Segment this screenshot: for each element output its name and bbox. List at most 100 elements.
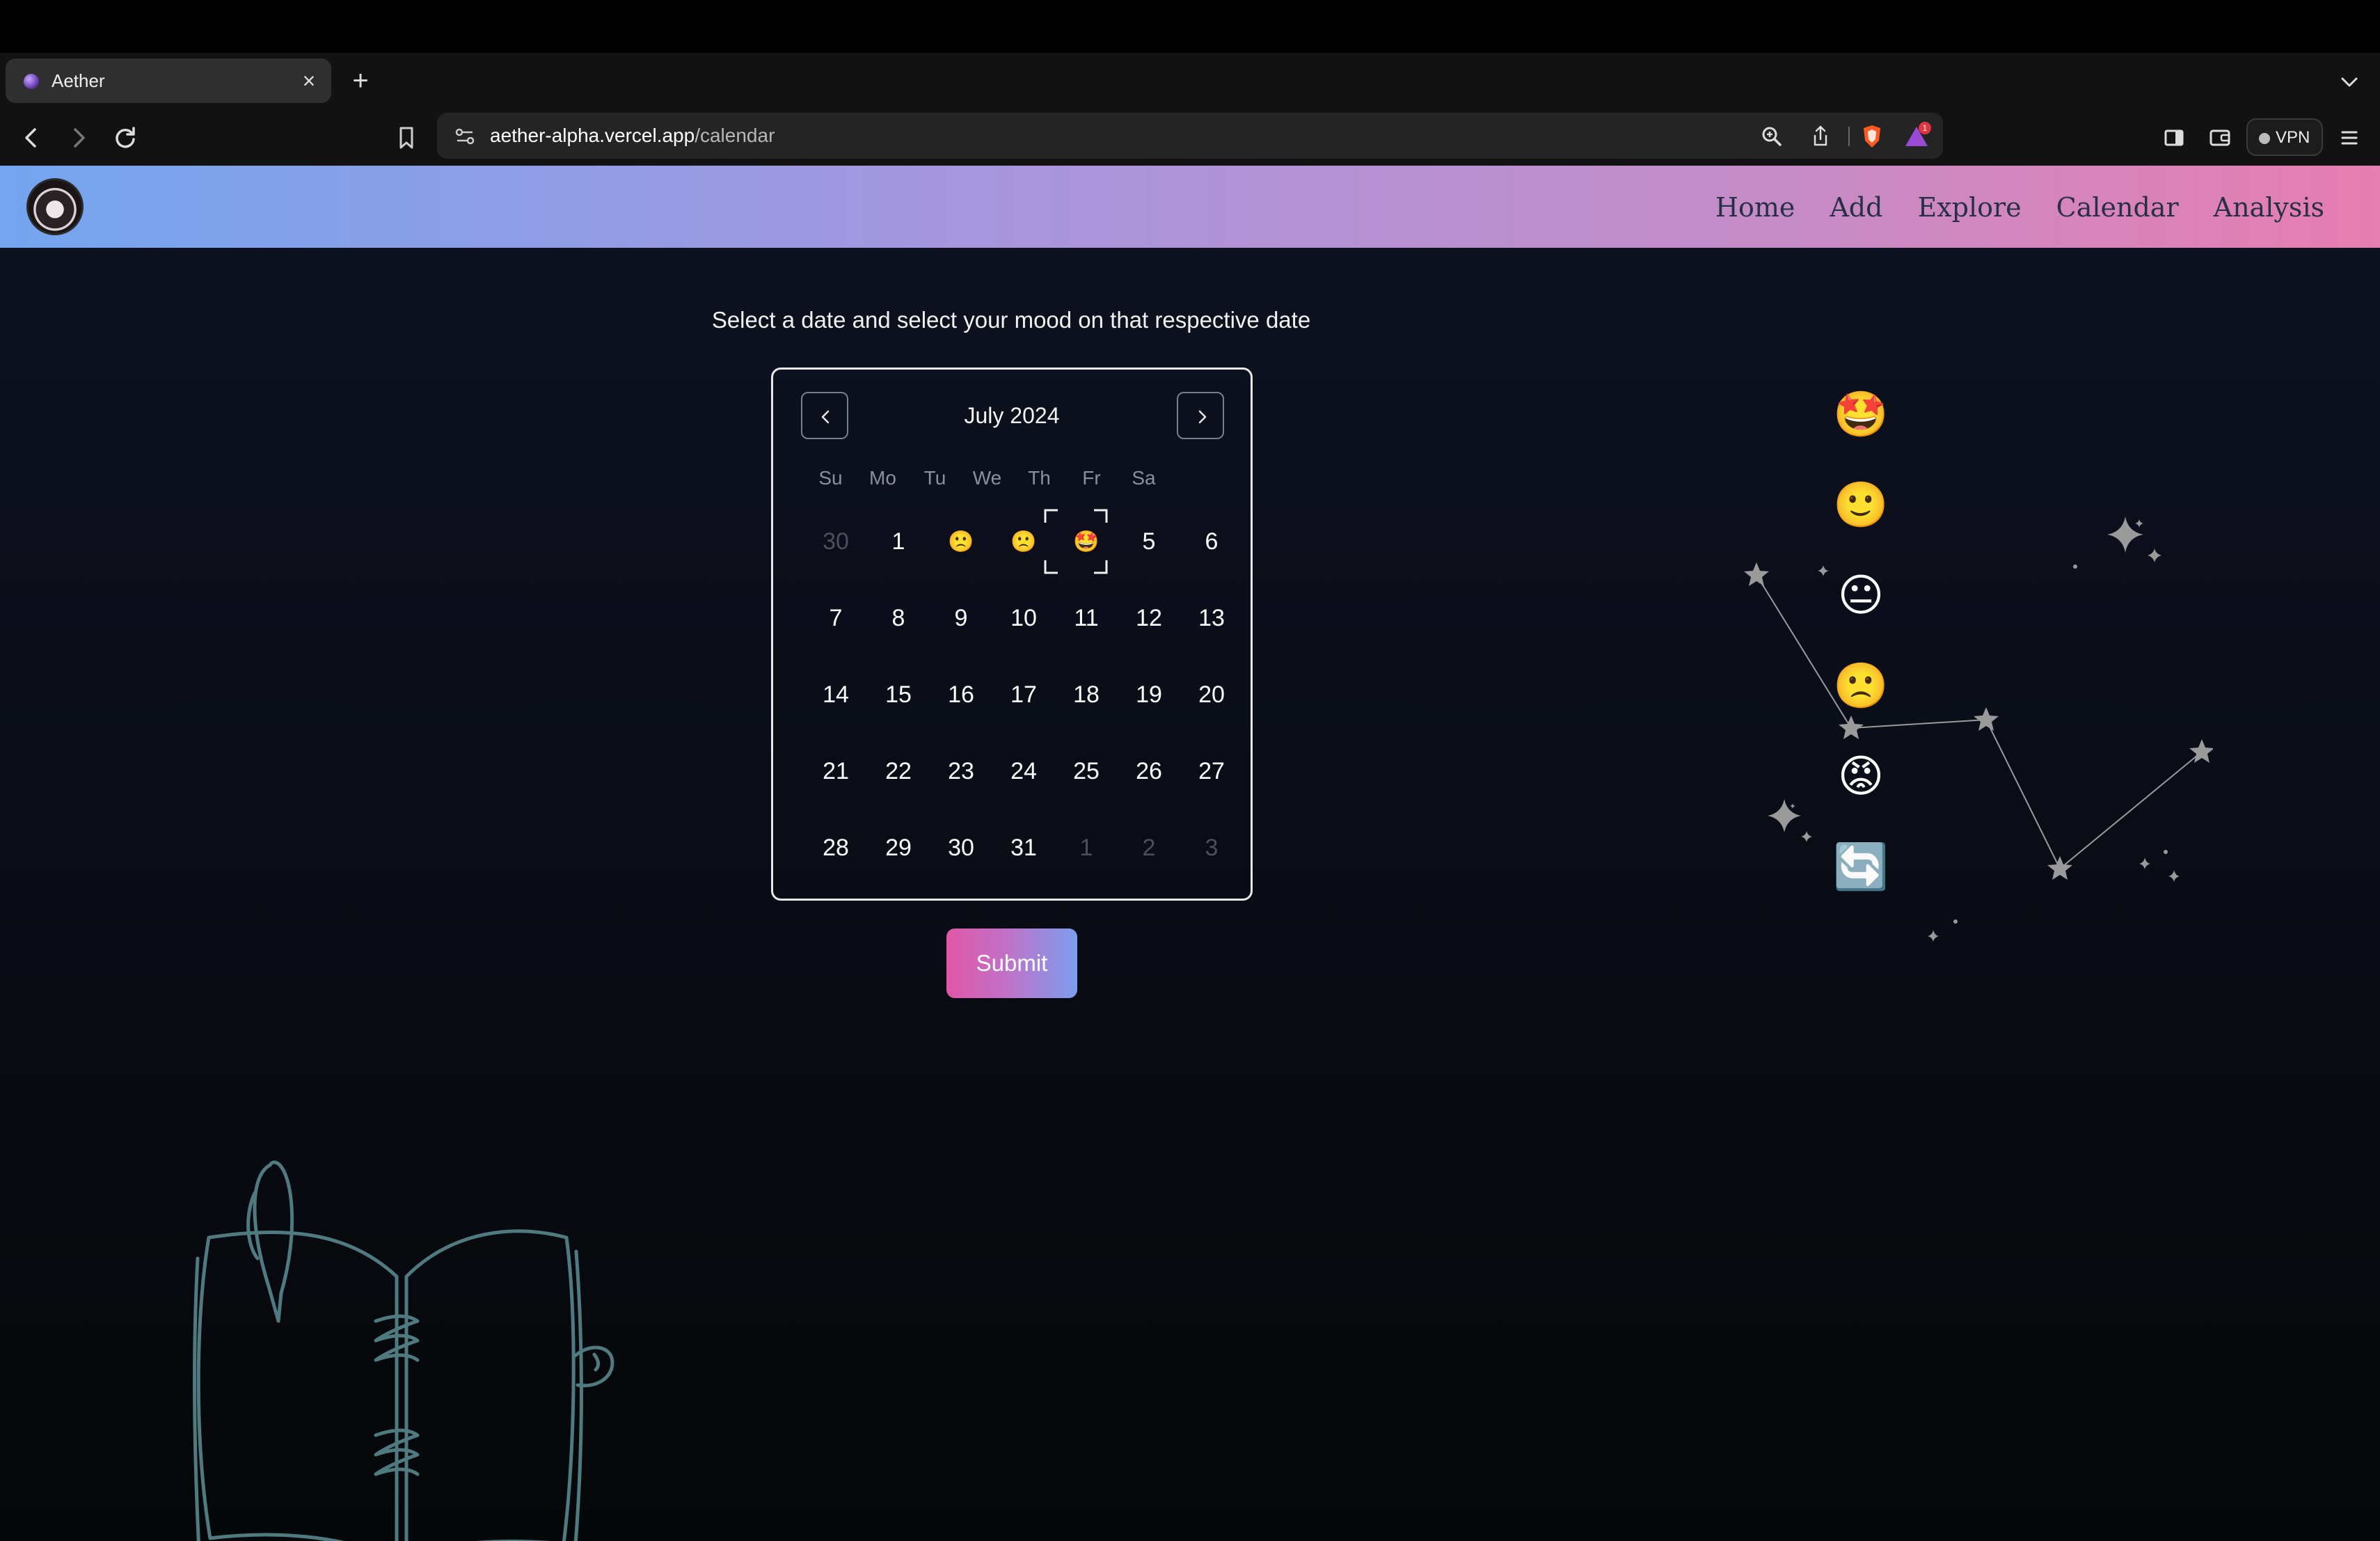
- calendar-day[interactable]: 9: [930, 580, 992, 656]
- calendar-day[interactable]: 21: [804, 733, 867, 809]
- mood-neutral-button[interactable]: 😐: [1832, 567, 1890, 625]
- calendar-day[interactable]: 10: [992, 580, 1055, 656]
- nav-analysis-link[interactable]: Analysis: [2214, 188, 2324, 227]
- weekday-label: We: [972, 467, 1002, 489]
- star-icon: [2047, 856, 2072, 880]
- calendar-day-outside[interactable]: 3: [1180, 809, 1243, 886]
- back-arrow-icon[interactable]: [13, 118, 51, 157]
- star-icon: [1744, 562, 1769, 586]
- calendar-day[interactable]: 30: [930, 809, 992, 886]
- calendar-day[interactable]: 1: [867, 503, 930, 580]
- brave-rewards-icon[interactable]: 1: [1901, 121, 1932, 152]
- instruction-text: Select a date and select your mood on th…: [711, 307, 1311, 333]
- calendar-days-grid: 30 1 🙁 🙁 🤩 5 6 7 8 9 10 11 12 13 14 15 1…: [804, 503, 1243, 886]
- mood-angry-button[interactable]: 😡: [1832, 748, 1890, 806]
- submit-button[interactable]: Submit: [946, 928, 1077, 998]
- vpn-label: VPN: [2276, 128, 2310, 147]
- site-settings-icon[interactable]: [450, 121, 480, 152]
- calendar-day[interactable]: 23: [930, 733, 992, 809]
- vpn-status-icon: [2259, 133, 2270, 144]
- mood-happy-button[interactable]: 🙂: [1832, 476, 1890, 535]
- browser-tab[interactable]: Aether ×: [6, 58, 331, 103]
- calendar-day-outside[interactable]: 2: [1118, 809, 1180, 886]
- calendar-day[interactable]: 5: [1118, 503, 1180, 580]
- calendar-day[interactable]: 8: [867, 580, 930, 656]
- tab-close-button[interactable]: ×: [296, 67, 322, 95]
- next-month-button[interactable]: [1177, 392, 1224, 439]
- url-path: /calendar: [695, 125, 775, 146]
- calendar-day[interactable]: 14: [804, 656, 867, 733]
- url-host: aether-alpha.vercel.app: [490, 125, 695, 146]
- calendar-day[interactable]: 11: [1055, 580, 1118, 656]
- weekday-label: Su: [818, 467, 843, 489]
- tab-title: Aether: [51, 70, 105, 91]
- wallet-icon[interactable]: [2200, 118, 2239, 157]
- zoom-icon[interactable]: [1756, 121, 1787, 152]
- chevron-right-icon: [1198, 410, 1207, 424]
- calendar-day[interactable]: 31: [992, 809, 1055, 886]
- tab-list-chevron-icon[interactable]: [2334, 67, 2365, 97]
- constellation-decoration: [1744, 516, 2213, 942]
- site-header: Home Add Explore Calendar Analysis: [0, 166, 2380, 248]
- brave-shield-icon[interactable]: [1857, 121, 1887, 152]
- calendar-day[interactable]: 24: [992, 733, 1055, 809]
- tab-strip: Aether × +: [0, 53, 2380, 109]
- page-content: Home Add Explore Calendar Analysis Selec…: [0, 166, 2380, 1541]
- weekday-header: Su Mo Tu We Th Fr Sa: [804, 464, 1170, 492]
- weekday-label: Th: [1028, 467, 1051, 489]
- sidebar-toggle-icon[interactable]: [2155, 118, 2193, 157]
- nav-explore-link[interactable]: Explore: [1917, 188, 2021, 227]
- address-bar[interactable]: aether-alpha.vercel.app/calendar 1: [437, 113, 1943, 159]
- date-picker-calendar: July 2024 Su Mo Tu We Th Fr Sa 30 1 🙁 🙁 …: [771, 368, 1253, 901]
- weekday-label: Mo: [869, 467, 896, 489]
- nav-add-link[interactable]: Add: [1830, 188, 1882, 227]
- mood-star-struck-button[interactable]: 🤩: [1832, 386, 1890, 444]
- menu-icon[interactable]: [2330, 118, 2369, 157]
- vpn-button[interactable]: VPN: [2246, 118, 2323, 156]
- calendar-day[interactable]: 28: [804, 809, 867, 886]
- selected-day-frame: [1044, 509, 1108, 574]
- calendar-day[interactable]: 16: [930, 656, 992, 733]
- weekday-label: Tu: [923, 467, 946, 489]
- calendar-day[interactable]: 29: [867, 809, 930, 886]
- calendar-day-mood[interactable]: 🙁: [930, 503, 992, 580]
- star-icon: [1839, 716, 1864, 739]
- calendar-day[interactable]: 25: [1055, 733, 1118, 809]
- reload-icon[interactable]: [106, 118, 145, 157]
- calendar-day[interactable]: 20: [1180, 656, 1243, 733]
- calendar-day-outside[interactable]: 30: [804, 503, 867, 580]
- weekday-label: Fr: [1082, 467, 1101, 489]
- calendar-day[interactable]: 12: [1118, 580, 1180, 656]
- weekday-label: Sa: [1132, 467, 1156, 489]
- star-icon: [1974, 707, 1999, 731]
- calendar-day[interactable]: 6: [1180, 503, 1243, 580]
- calendar-day[interactable]: 18: [1055, 656, 1118, 733]
- divider: [1846, 121, 1853, 152]
- calendar-day[interactable]: 17: [992, 656, 1055, 733]
- browser-toolbar: aether-alpha.vercel.app/calendar 1 VPN: [0, 109, 2380, 166]
- calendar-day[interactable]: 19: [1118, 656, 1180, 733]
- calendar-day[interactable]: 26: [1118, 733, 1180, 809]
- calendar-day[interactable]: 13: [1180, 580, 1243, 656]
- calendar-day[interactable]: 15: [867, 656, 930, 733]
- nav-calendar-link[interactable]: Calendar: [2056, 188, 2179, 227]
- mood-reset-button[interactable]: 🔄: [1832, 838, 1890, 896]
- favicon-icon: [24, 74, 39, 89]
- bookmark-icon[interactable]: [387, 118, 426, 157]
- calendar-day[interactable]: 7: [804, 580, 867, 656]
- calendar-day[interactable]: 27: [1180, 733, 1243, 809]
- share-icon[interactable]: [1805, 121, 1836, 152]
- site-nav: Home Add Explore Calendar Analysis: [1715, 188, 2324, 227]
- os-top-bar: [0, 0, 2380, 53]
- calendar-day-outside[interactable]: 1: [1055, 809, 1118, 886]
- nav-home-link[interactable]: Home: [1715, 188, 1795, 227]
- new-tab-button[interactable]: +: [345, 67, 376, 97]
- profile-avatar[interactable]: [26, 178, 84, 235]
- mood-sad-button[interactable]: 🙁: [1832, 657, 1890, 716]
- url-text[interactable]: aether-alpha.vercel.app/calendar: [490, 124, 775, 148]
- forward-arrow-icon[interactable]: [58, 118, 97, 157]
- notebook-pen-illustration: [193, 1160, 614, 1541]
- calendar-day[interactable]: 22: [867, 733, 930, 809]
- sparkle-icon: [1768, 799, 1801, 832]
- rewards-badge-count: 1: [1923, 123, 1928, 133]
